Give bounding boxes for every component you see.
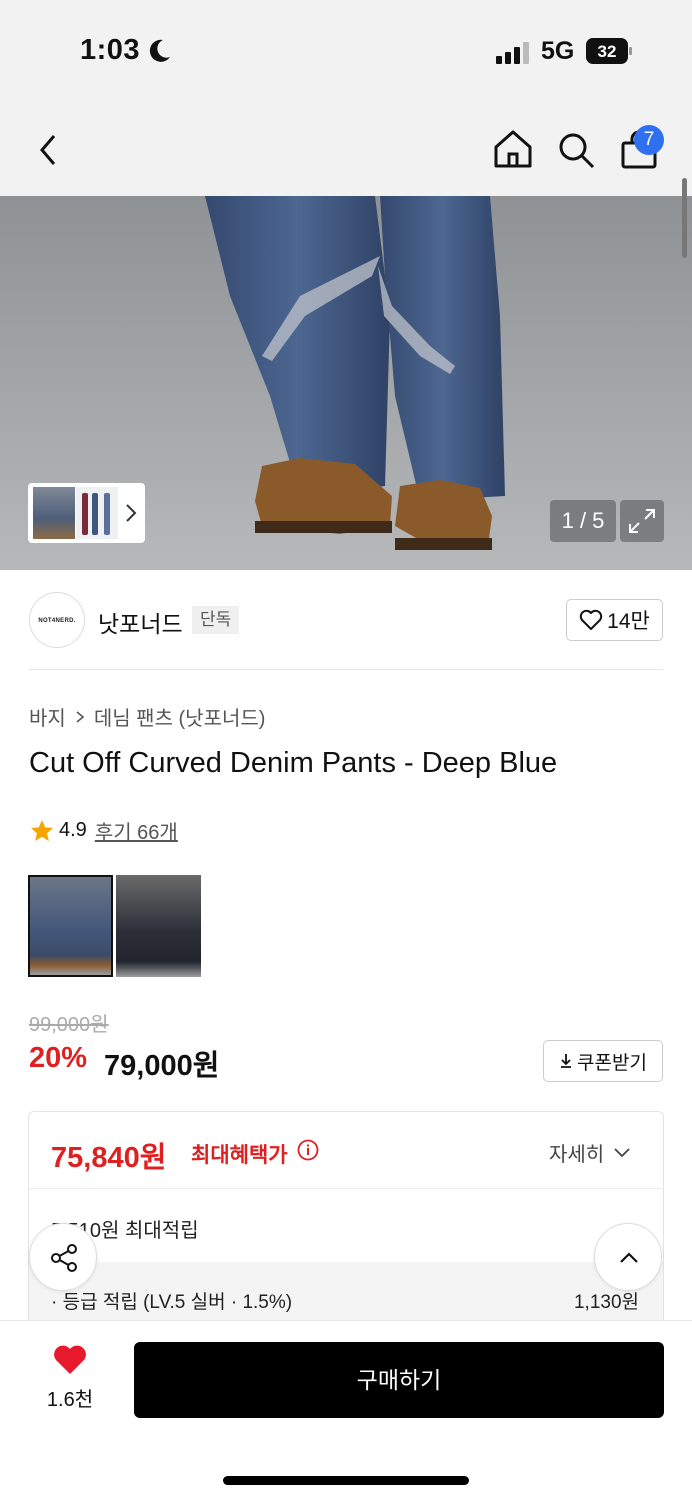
breadcrumb-category[interactable]: 바지 xyxy=(29,702,66,731)
chevron-up-icon xyxy=(620,1252,638,1263)
battery-icon: 32 xyxy=(586,38,632,64)
divider xyxy=(29,669,663,670)
search-icon[interactable] xyxy=(556,130,596,170)
cart-count-badge: 7 xyxy=(634,125,664,155)
star-icon xyxy=(31,819,53,841)
status-time: 1:03 xyxy=(80,34,141,66)
color-option[interactable] xyxy=(116,875,201,977)
battery-level: 32 xyxy=(598,42,617,61)
status-bar: 1:03 5G 32 xyxy=(0,0,692,100)
expand-icon xyxy=(629,509,655,533)
coupon-label: 쿠폰받기 xyxy=(577,1052,647,1074)
home-icon[interactable] xyxy=(492,128,534,170)
share-icon xyxy=(51,1244,77,1272)
breadcrumb: 바지 데님 팬츠 (낫포너드) xyxy=(29,702,265,731)
gallery-thumbnail xyxy=(76,487,118,539)
gallery-thumbnails-button[interactable] xyxy=(28,483,145,543)
reviews-link[interactable]: 후기 66개 xyxy=(95,816,178,845)
best-price: 75,840원 xyxy=(51,1142,167,1174)
signal-icon xyxy=(496,42,529,64)
wishlist-button[interactable]: 1.6천 xyxy=(34,1344,106,1414)
info-icon[interactable] xyxy=(297,1139,319,1161)
detail-toggle[interactable]: 자세히 xyxy=(549,1138,630,1167)
home-indicator xyxy=(223,1476,469,1485)
chevron-down-icon xyxy=(614,1147,630,1157)
sale-price: 79,000원 xyxy=(104,1050,220,1082)
scrollbar[interactable] xyxy=(682,178,687,258)
original-price: 99,000원 xyxy=(29,1014,109,1036)
brand-like-count: 14만 xyxy=(607,610,650,633)
network-type: 5G xyxy=(541,37,575,65)
gallery-thumbnail xyxy=(33,487,75,539)
scroll-top-button[interactable] xyxy=(594,1223,662,1291)
divider xyxy=(29,1188,663,1189)
buy-button[interactable]: 구매하기 xyxy=(134,1342,664,1418)
product-title: Cut Off Curved Denim Pants - Deep Blue xyxy=(29,747,558,779)
color-option-selected[interactable] xyxy=(28,875,113,977)
detail-label: 자세히 xyxy=(549,1144,605,1166)
best-price-label: 최대혜택가 xyxy=(191,1144,288,1167)
heart-filled-icon xyxy=(54,1345,86,1374)
level-points-amount: 1,130원 xyxy=(573,1292,639,1313)
image-counter: 1 / 5 xyxy=(550,500,616,542)
moon-icon xyxy=(149,39,170,62)
top-nav xyxy=(0,100,692,196)
expand-button[interactable] xyxy=(620,500,664,542)
download-icon xyxy=(561,1054,572,1068)
brand-logo[interactable]: NOT4NERD. xyxy=(29,592,85,648)
share-button[interactable] xyxy=(29,1223,97,1291)
chevron-right-icon xyxy=(126,504,137,522)
heart-outline-icon xyxy=(579,609,603,630)
product-rating: 4.9 후기 66개 xyxy=(29,816,178,845)
discount-rate: 20% xyxy=(29,1042,88,1074)
back-icon[interactable] xyxy=(34,130,64,170)
exclusive-badge: 단독 xyxy=(192,606,240,634)
chevron-right-icon xyxy=(76,710,85,723)
breadcrumb-subcategory[interactable]: 데님 팬츠 (낫포너드) xyxy=(94,702,266,731)
brand-like-button[interactable]: 14만 xyxy=(566,599,663,641)
level-points-label: · 등급 적립 (LV.5 실버 · 1.5%) xyxy=(51,1292,293,1313)
coupon-button[interactable]: 쿠폰받기 xyxy=(543,1040,663,1082)
rating-score: 4.9 xyxy=(59,819,87,841)
brand-name[interactable]: 낫포너드 xyxy=(98,605,183,639)
wishlist-count: 1.6천 xyxy=(46,1389,94,1411)
benefit-box: 75,840원 최대혜택가 자세히 5,510원 최대적립 · 등급 적립 (L… xyxy=(28,1111,664,1341)
